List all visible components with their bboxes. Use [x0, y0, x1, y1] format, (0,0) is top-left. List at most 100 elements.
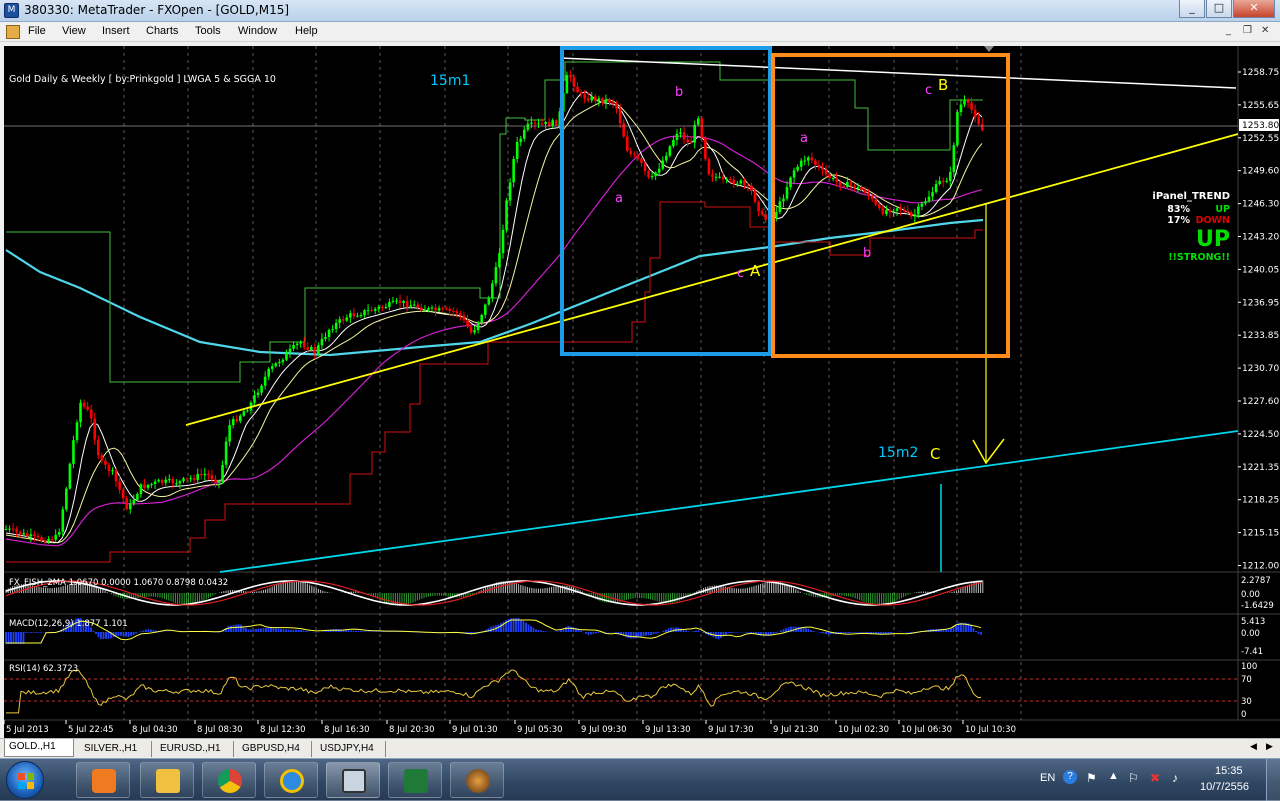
candle-body	[565, 75, 569, 93]
menu-charts[interactable]: Charts	[146, 25, 178, 37]
fisher-level-zero: 0.00	[1241, 590, 1260, 600]
candle-body	[838, 181, 842, 186]
rsi-level-100: 100	[1241, 662, 1257, 672]
candle-body	[82, 402, 86, 407]
price-level-label: 1236.95	[1242, 298, 1279, 308]
candle-body	[640, 158, 643, 163]
candle-body	[43, 540, 47, 543]
time-axis-label: 8 Jul 08:30	[197, 725, 243, 735]
candle-body	[33, 534, 36, 536]
price-level-label: 1258.75	[1242, 68, 1279, 78]
network-icon[interactable]: ⚑	[1086, 771, 1097, 785]
price-chart[interactable]: 1258.75 1255.65 1252.55 1249.60 1246.30 1243.…	[0, 42, 1280, 738]
taskbar-app[interactable]	[450, 762, 504, 798]
candle-body	[210, 475, 214, 480]
candle-body	[136, 494, 139, 500]
candle-body	[15, 528, 18, 532]
mdi-restore-button[interactable]: ❐	[1243, 25, 1252, 36]
candle-body	[381, 306, 384, 308]
candle-body	[192, 478, 196, 480]
network-error-icon[interactable]: ✖	[1150, 771, 1160, 785]
macd-panel[interactable]	[4, 614, 1238, 660]
help-icon[interactable]: ?	[1063, 770, 1077, 784]
close-button[interactable]: ✕	[1233, 0, 1275, 18]
menu-tools[interactable]: Tools	[195, 25, 221, 37]
tab-usdjpy[interactable]: USDJPY,H4	[316, 741, 386, 757]
menu-file[interactable]: File	[28, 25, 46, 37]
mdi-close-button[interactable]: ✕	[1261, 25, 1269, 36]
candle-body	[796, 166, 799, 171]
candle-body	[338, 319, 341, 323]
menu-insert[interactable]: Insert	[102, 25, 130, 37]
taskbar-explorer[interactable]	[140, 762, 194, 798]
clock-date[interactable]: 10/7/2556	[1200, 781, 1249, 793]
tray-expand-icon[interactable]: ▲	[1108, 770, 1119, 782]
candle-body	[4, 528, 8, 530]
candle-body	[611, 102, 615, 104]
candle-body	[107, 464, 111, 471]
candle-body	[363, 310, 366, 316]
volume-icon[interactable]: ♪	[1172, 771, 1178, 785]
maximize-button[interactable]: □	[1206, 0, 1232, 18]
candle-body	[299, 342, 302, 344]
candle-body	[444, 308, 448, 310]
language-indicator[interactable]: EN	[1040, 772, 1055, 784]
candle-body	[629, 150, 633, 155]
candle-body	[242, 411, 246, 416]
candle-body	[949, 171, 952, 181]
mdi-minimize-button[interactable]: _	[1226, 25, 1231, 36]
candle-body	[341, 319, 345, 321]
time-axis-label: 9 Jul 01:30	[452, 725, 498, 735]
candle-body	[682, 132, 686, 140]
wave-label-C: C	[930, 445, 940, 463]
tab-silver[interactable]: SILVER.,H1	[80, 741, 152, 757]
time-axis-label: 9 Jul 17:30	[708, 725, 754, 735]
candle-body	[430, 307, 434, 309]
chart-window-icon[interactable]	[6, 25, 20, 39]
show-desktop-button[interactable]	[1266, 759, 1280, 801]
tab-gbpusd[interactable]: GBPUSD,H4	[238, 741, 312, 757]
candle-body	[157, 480, 160, 482]
menu-view[interactable]: View	[62, 25, 86, 37]
tab-eurusd[interactable]: EURUSD.,H1	[156, 741, 234, 757]
tab-gold[interactable]: GOLD.,H1	[4, 739, 74, 757]
candle-body	[160, 480, 164, 483]
candle-body	[554, 120, 558, 126]
minimize-button[interactable]: _	[1179, 0, 1205, 18]
clock-time[interactable]: 15:35	[1215, 765, 1243, 777]
tab-scroll-left-icon[interactable]: ◀	[1250, 742, 1257, 752]
candle-body	[757, 201, 760, 212]
candle-body	[870, 196, 874, 200]
macd-level-bottom: -7.41	[1241, 647, 1263, 657]
candle-body	[608, 99, 611, 103]
candle-body	[377, 306, 381, 309]
candle-body	[604, 99, 608, 104]
app-icon	[466, 769, 490, 793]
candle-body	[473, 330, 476, 333]
taskbar-media-player[interactable]	[76, 762, 130, 798]
candle-body	[508, 182, 512, 201]
taskbar-ie[interactable]	[264, 762, 318, 798]
candle-body	[526, 123, 530, 130]
candle-body	[633, 154, 636, 156]
taskbar-excel[interactable]	[388, 762, 442, 798]
candle-body	[831, 177, 835, 179]
candle-body	[476, 322, 480, 331]
start-button[interactable]	[6, 761, 44, 799]
windows-taskbar: EN ? ⚑ ▲ ⚐ ✖ ♪ 15:35 10/7/2556	[0, 758, 1280, 801]
taskbar-chrome[interactable]	[202, 762, 256, 798]
tab-scroll-right-icon[interactable]: ▶	[1266, 742, 1273, 752]
action-center-icon[interactable]: ⚐	[1128, 771, 1139, 785]
wave-label-a2: a	[800, 131, 808, 146]
menu-help[interactable]: Help	[295, 25, 318, 37]
taskbar-metatrader[interactable]	[326, 762, 380, 798]
candle-body	[824, 169, 828, 175]
candle-body	[810, 157, 814, 161]
ipanel-down-label: DOWN	[1196, 215, 1230, 226]
current-price-value: 1253.80	[1242, 121, 1279, 131]
chart-tabs: GOLD.,H1 SILVER.,H1 EURUSD.,H1 GBPUSD,H4…	[0, 738, 1280, 758]
candle-body	[693, 124, 696, 143]
menu-window[interactable]: Window	[238, 25, 277, 37]
candle-body	[86, 406, 89, 410]
candle-body	[100, 455, 104, 461]
